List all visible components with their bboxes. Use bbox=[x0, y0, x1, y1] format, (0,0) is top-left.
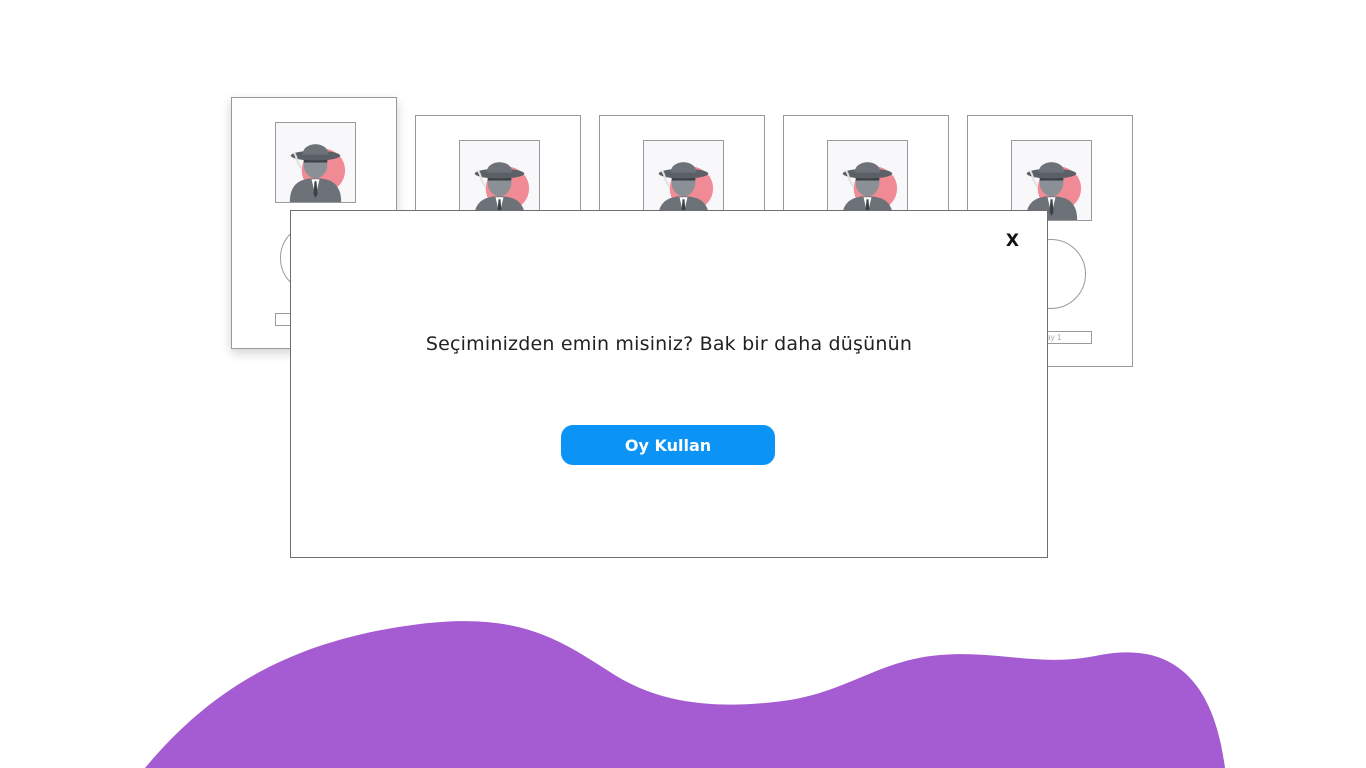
page: day 1 X Seçiminizden emin misiniz? Bak b… bbox=[0, 0, 1366, 768]
detective-avatar-icon bbox=[275, 122, 356, 203]
confirm-message: Seçiminizden emin misiniz? Bak bir daha … bbox=[425, 333, 913, 355]
detective-avatar-icon bbox=[1011, 140, 1092, 221]
detective-avatar-icon bbox=[643, 140, 724, 221]
detective-avatar-icon bbox=[827, 140, 908, 221]
confirm-vote-dialog: X Seçiminizden emin misiniz? Bak bir dah… bbox=[290, 210, 1048, 558]
vote-button[interactable]: Oy Kullan bbox=[561, 425, 775, 465]
close-button[interactable]: X bbox=[1006, 231, 1019, 251]
detective-avatar-icon bbox=[459, 140, 540, 221]
